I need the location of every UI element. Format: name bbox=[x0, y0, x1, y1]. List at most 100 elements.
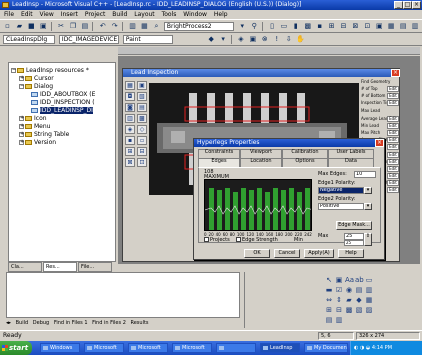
new-icon[interactable]: ▫ bbox=[3, 22, 12, 31]
tree-item-string-table[interactable]: + String Table bbox=[19, 131, 69, 138]
task-microsoft-3[interactable]: Microsoft bbox=[172, 343, 212, 353]
group-box-icon[interactable]: ▭ bbox=[365, 276, 373, 284]
list-box-icon[interactable]: ▥ bbox=[365, 286, 373, 294]
task-microsoft-2[interactable]: Microsoft bbox=[128, 343, 168, 353]
tool-icon-14[interactable]: ⊟ bbox=[137, 147, 147, 156]
animate-icon[interactable]: ▩ bbox=[345, 306, 353, 314]
static-text-icon[interactable]: Aa bbox=[345, 276, 354, 284]
tool-icon-15[interactable]: ⊠ bbox=[125, 158, 135, 167]
menu-help[interactable]: Help bbox=[214, 11, 228, 18]
tab-resource-view[interactable]: Res... bbox=[43, 262, 77, 272]
task-my-documents[interactable]: My Documents bbox=[304, 343, 348, 353]
tab-user-labels[interactable]: User Labels bbox=[328, 149, 374, 158]
month-icon[interactable]: ▤ bbox=[325, 316, 333, 324]
tree-item-icon[interactable]: + Icon bbox=[19, 115, 47, 122]
menu-build[interactable]: Build bbox=[112, 11, 127, 18]
cancel-button[interactable]: Cancel bbox=[274, 249, 300, 258]
task-microsoft-1[interactable]: Microsoft bbox=[84, 343, 124, 353]
tab-viewport[interactable]: Viewport bbox=[240, 149, 282, 158]
tab-edges[interactable]: Edges bbox=[198, 158, 240, 167]
close-button[interactable]: × bbox=[412, 1, 421, 9]
wizard-icon[interactable]: ◆ bbox=[207, 35, 216, 44]
tool-icon-13[interactable]: ⊞ bbox=[125, 147, 135, 156]
collapse-icon[interactable]: − bbox=[19, 84, 24, 89]
dialog-close-button[interactable]: × bbox=[375, 139, 384, 147]
menu-tools[interactable]: Tools bbox=[162, 11, 177, 18]
tab-build[interactable]: Build bbox=[16, 320, 29, 326]
grid-icon[interactable]: ▩ bbox=[303, 22, 312, 31]
find-combo[interactable]: BrightProcess2 bbox=[163, 22, 234, 31]
redo-icon[interactable]: ↷ bbox=[110, 22, 119, 31]
stop-build-icon[interactable]: ⊗ bbox=[260, 35, 269, 44]
tool-icon-12[interactable]: ▫ bbox=[137, 136, 147, 145]
inspection-close-button[interactable]: × bbox=[391, 69, 400, 77]
tab-constraints[interactable]: Constraints bbox=[198, 149, 240, 158]
ip-icon[interactable]: ▥ bbox=[335, 316, 343, 324]
copy-icon[interactable]: ❐ bbox=[69, 22, 78, 31]
expand-icon[interactable]: + bbox=[19, 124, 24, 129]
combo-box-icon[interactable]: ▤ bbox=[355, 286, 363, 294]
tree-item-root[interactable]: − LeadInsp resources * bbox=[11, 67, 89, 74]
task-windows[interactable]: Windows bbox=[40, 343, 80, 353]
tool-icon-7[interactable]: ▥ bbox=[125, 114, 135, 123]
projects-checkbox[interactable]: Projects bbox=[204, 237, 230, 243]
layout-icon-3[interactable]: ▮ bbox=[291, 22, 300, 31]
task-leadinsp[interactable]: LeadInsp bbox=[260, 343, 300, 353]
tab-options[interactable]: Options bbox=[282, 158, 328, 167]
tree-item-aboutbox[interactable]: IDD_ABOUTBOX (E bbox=[31, 91, 95, 98]
picture-icon[interactable]: ▣ bbox=[335, 276, 343, 284]
tab-icon[interactable]: ⊟ bbox=[335, 306, 343, 314]
expand-icon[interactable]: + bbox=[19, 132, 24, 137]
tab-results[interactable]: Results bbox=[130, 320, 148, 326]
save-icon[interactable]: ■ bbox=[27, 22, 36, 31]
id-combo[interactable]: IDC_IMAGEDEVICE bbox=[58, 35, 119, 44]
expand-icon[interactable]: + bbox=[19, 116, 24, 121]
menu-edit[interactable]: Edit bbox=[21, 11, 33, 18]
output-pane[interactable] bbox=[6, 272, 240, 318]
spin-control-icon[interactable]: ⇕ bbox=[335, 296, 343, 304]
execute-icon[interactable]: ! bbox=[272, 35, 281, 44]
paste-icon[interactable]: ▤ bbox=[80, 22, 89, 31]
minimize-button[interactable]: _ bbox=[394, 1, 403, 9]
edge1-polarity-select[interactable]: Negative bbox=[318, 187, 364, 194]
edge-mask-button[interactable]: Edge Mask... bbox=[336, 221, 372, 230]
menu-layout[interactable]: Layout bbox=[134, 11, 154, 18]
layout-icon-4[interactable]: ▪ bbox=[315, 22, 324, 31]
tool-icon-2[interactable]: ▣ bbox=[137, 81, 147, 90]
tool-icon-4[interactable]: ▧ bbox=[137, 92, 147, 101]
search-icon[interactable]: ⚲ bbox=[250, 22, 259, 31]
tool-icon-10[interactable]: ◇ bbox=[137, 125, 147, 134]
scroll-arrows-icon[interactable]: ◂▸ bbox=[6, 320, 11, 326]
layout-icon-1[interactable]: ▯ bbox=[268, 22, 277, 31]
rich-edit-icon[interactable]: ▧ bbox=[355, 306, 363, 314]
debug-icon[interactable]: ⇩ bbox=[284, 35, 293, 44]
layout-icon-8[interactable]: ⊡ bbox=[363, 22, 372, 31]
find-in-files-icon[interactable]: ⌕ bbox=[152, 22, 161, 31]
layout-icon-5[interactable]: ⊞ bbox=[327, 22, 336, 31]
open-icon[interactable]: ▰ bbox=[15, 22, 24, 31]
min-field[interactable]: 25 bbox=[344, 240, 364, 246]
message-combo[interactable]: Paint bbox=[122, 35, 173, 44]
tree-item-menu[interactable]: + Menu bbox=[19, 123, 50, 130]
menu-insert[interactable]: Insert bbox=[61, 11, 78, 18]
output-icon[interactable]: ▦ bbox=[140, 22, 149, 31]
tab-find-in-files-2[interactable]: Find in Files 2 bbox=[92, 320, 126, 326]
tab-calibration[interactable]: Calibration bbox=[282, 149, 328, 158]
edge1-dropdown-icon[interactable]: ▾ bbox=[364, 187, 372, 194]
edge2-polarity-select[interactable]: Positive bbox=[318, 203, 364, 210]
layout-icon-12[interactable]: ▥ bbox=[411, 22, 420, 31]
apply-button[interactable]: Apply(A) bbox=[304, 249, 334, 258]
expand-icon[interactable]: + bbox=[19, 76, 24, 81]
breakpoint-icon[interactable]: ✋ bbox=[296, 35, 305, 44]
workspace-icon[interactable]: ▥ bbox=[128, 22, 137, 31]
menu-file[interactable]: File bbox=[4, 11, 14, 18]
menu-project[interactable]: Project bbox=[85, 11, 106, 18]
tree-icon[interactable]: ⊞ bbox=[325, 306, 333, 314]
list-control-icon[interactable]: ▦ bbox=[365, 296, 373, 304]
scroll-icon[interactable]: ⇔ bbox=[325, 296, 333, 304]
tab-data[interactable]: Data bbox=[328, 158, 374, 167]
compile-icon[interactable]: ◈ bbox=[236, 35, 245, 44]
checkbox-icon[interactable]: ☑ bbox=[335, 286, 343, 294]
tree-item-cursor[interactable]: + Cursor bbox=[19, 75, 54, 82]
tree-item-dialog[interactable]: − Dialog bbox=[19, 83, 53, 90]
